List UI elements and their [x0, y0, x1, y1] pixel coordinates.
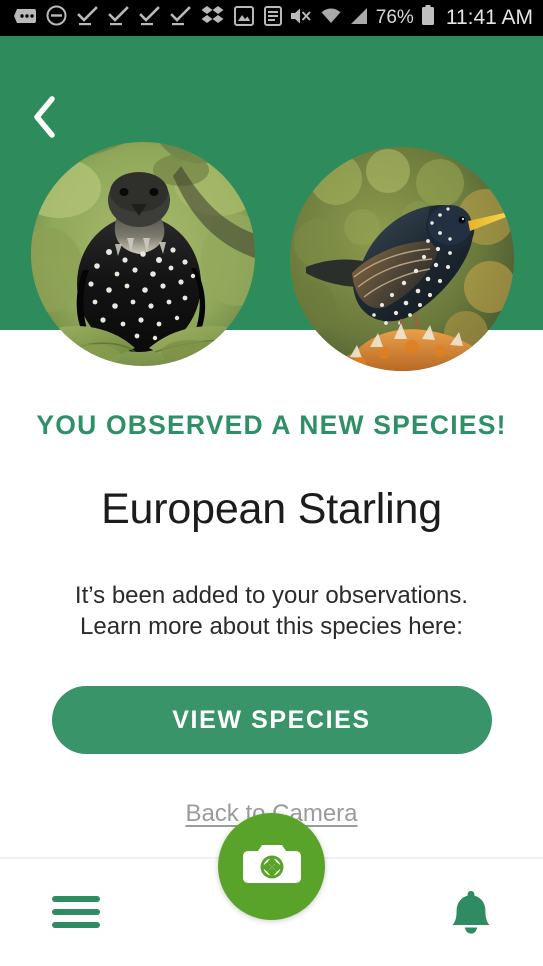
bell-icon	[450, 889, 492, 940]
description-line-1: It’s been added to your observations.	[74, 582, 469, 609]
task-check-icon	[139, 5, 160, 31]
task-check-icon	[170, 5, 191, 31]
hamburger-menu-icon	[52, 893, 100, 936]
app-screen: 76% 11:41 AM YOU OBSERVED A NEW SPECIES!…	[0, 0, 543, 966]
chevron-left-icon	[31, 95, 59, 139]
clock-label: 11:41 AM	[445, 6, 533, 29]
volume-muted-icon	[289, 6, 313, 31]
status-bar-notification-icons	[14, 5, 289, 31]
notifications-button[interactable]	[435, 881, 507, 947]
camera-button[interactable]	[218, 813, 325, 920]
view-species-button[interactable]: VIEW SPECIES	[51, 686, 492, 754]
dropbox-icon	[201, 5, 224, 31]
main-content: YOU OBSERVED A NEW SPECIES! European Sta…	[0, 330, 543, 828]
do-not-disturb-icon	[46, 5, 67, 31]
camera-icon	[242, 840, 301, 893]
description-line-2: Learn more about this species here:	[80, 613, 463, 640]
battery-icon	[421, 5, 435, 31]
photo-icon	[234, 5, 254, 31]
species-name-title: European Starling	[101, 485, 442, 533]
new-species-eyebrow: YOU OBSERVED A NEW SPECIES!	[36, 410, 507, 440]
menu-button[interactable]	[40, 881, 112, 947]
starling-front-photo	[31, 142, 255, 366]
battery-percent-label: 76%	[375, 7, 414, 28]
status-bar-system-icons: 76% 11:41 AM	[289, 5, 533, 31]
message-dots-icon	[14, 8, 36, 29]
species-photo-pair	[0, 139, 543, 381]
description-text: It’s been added to your observations. Le…	[0, 580, 543, 642]
starling-profile-photo	[290, 147, 514, 371]
bottom-navigation-bar	[0, 813, 543, 966]
back-button[interactable]	[22, 94, 68, 140]
wifi-icon	[320, 7, 342, 30]
task-check-icon	[108, 5, 129, 31]
task-check-icon	[77, 5, 98, 31]
cellular-signal-icon	[349, 7, 369, 30]
document-icon	[264, 5, 282, 31]
status-bar: 76% 11:41 AM	[0, 0, 543, 36]
